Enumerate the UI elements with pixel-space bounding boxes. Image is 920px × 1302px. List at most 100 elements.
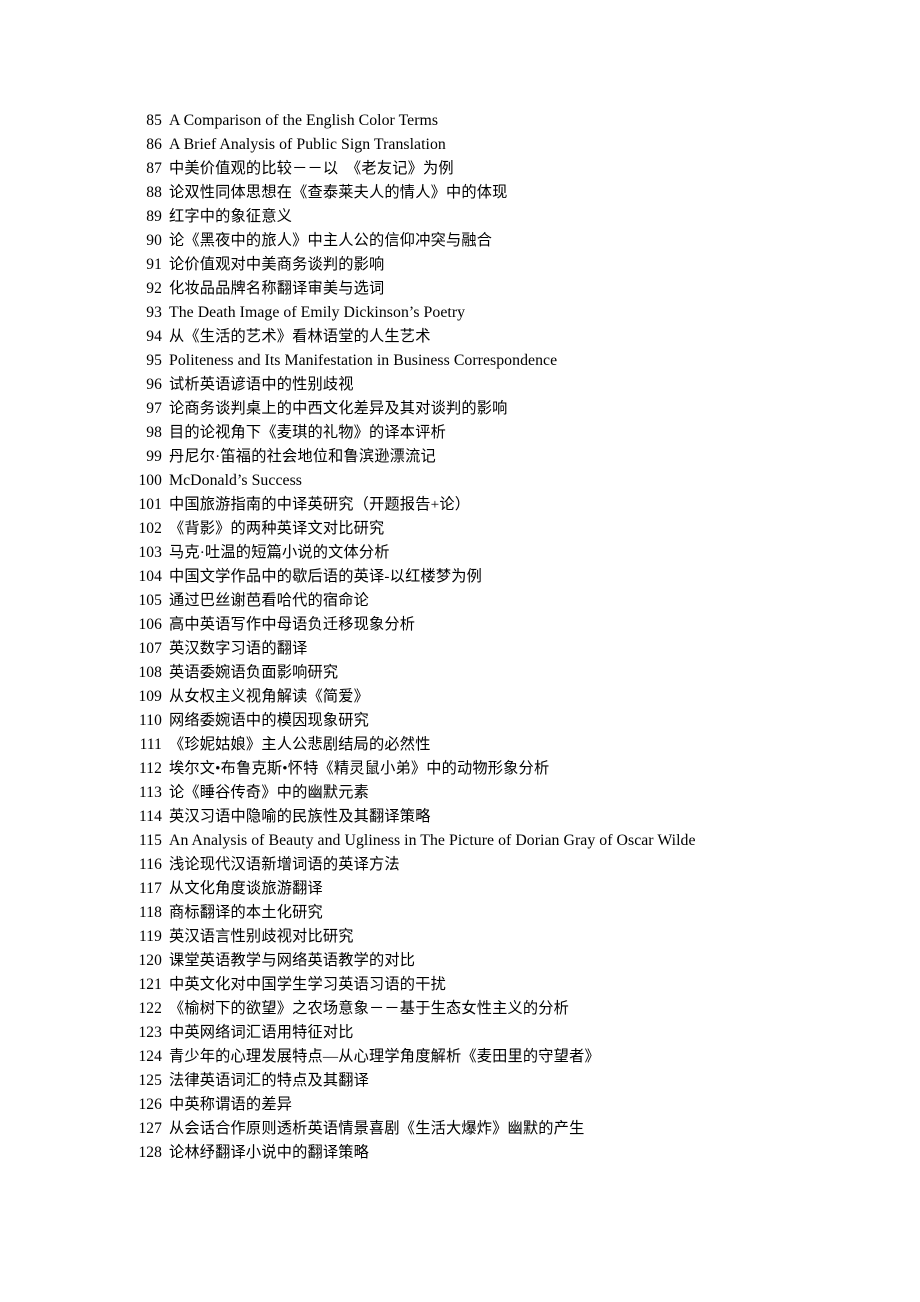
list-item-title: 商标翻译的本土化研究 — [169, 904, 323, 921]
list-item-number: 123 — [138, 1024, 162, 1041]
list-item-title: A Comparison of the English Color Terms — [169, 112, 439, 129]
list-item-number: 126 — [138, 1096, 162, 1113]
list-item-number: 99 — [146, 448, 162, 465]
list-item: 97 论商务谈判桌上的中西文化差异及其对谈判的影响 — [132, 397, 892, 421]
list-item: 91 论价值观对中美商务谈判的影响 — [132, 253, 892, 277]
list-item: 90 论《黑夜中的旅人》中主人公的信仰冲突与融合 — [132, 229, 892, 253]
list-item-number: 117 — [139, 880, 162, 897]
list-item-title: An Analysis of Beauty and Ugliness in Th… — [169, 832, 696, 849]
list-item-title: 中国文学作品中的歇后语的英译-以红楼梦为例 — [169, 568, 483, 585]
list-item-title: 英汉习语中隐喻的民族性及其翻译策略 — [169, 808, 431, 825]
list-item-title: 英汉语言性别歧视对比研究 — [169, 928, 354, 945]
list-item-number: 89 — [146, 208, 162, 225]
list-item-number: 119 — [139, 928, 162, 945]
list-item: 88 论双性同体思想在《查泰莱夫人的情人》中的体现 — [132, 181, 892, 205]
list-item-title: The Death Image of Emily Dickinson’s Poe… — [169, 304, 466, 321]
list-item: 110 网络委婉语中的模因现象研究 — [132, 709, 892, 733]
list-item: 125 法律英语词汇的特点及其翻译 — [132, 1069, 892, 1093]
list-item: 98 目的论视角下《麦琪的礼物》的译本评析 — [132, 421, 892, 445]
list-item-title: 丹尼尔·笛福的社会地位和鲁滨逊漂流记 — [169, 448, 436, 465]
list-item-number: 100 — [138, 472, 162, 489]
list-item: 128 论林纾翻译小说中的翻译策略 — [132, 1141, 892, 1165]
document-page: 85 A Comparison of the English Color Term… — [0, 0, 920, 1302]
list-item-title: 化妆品品牌名称翻译审美与选词 — [169, 280, 385, 297]
list-item: 108 英语委婉语负面影响研究 — [132, 661, 892, 685]
list-item: 101 中国旅游指南的中译英研究（开题报告+论） — [132, 493, 892, 517]
list-item-title: 中英称谓语的差异 — [169, 1096, 293, 1113]
list-item-title: 《背影》的两种英译文对比研究 — [169, 520, 385, 537]
list-item-title: 中英文化对中国学生学习英语习语的干扰 — [169, 976, 446, 993]
list-item-title: 马克·吐温的短篇小说的文体分析 — [169, 544, 390, 561]
list-item: 115 An Analysis of Beauty and Ugliness in… — [132, 829, 892, 853]
list-item: 100 McDonald’s Success — [132, 469, 892, 493]
list-item-title: 论《黑夜中的旅人》中主人公的信仰冲突与融合 — [169, 232, 493, 249]
list-item-title: 红字中的象征意义 — [169, 208, 293, 225]
list-item: 121 中英文化对中国学生学习英语习语的干扰 — [132, 973, 892, 997]
list-item-number: 105 — [138, 592, 162, 609]
list-item: 102 《背影》的两种英译文对比研究 — [132, 517, 892, 541]
list-item-title: 英汉数字习语的翻译 — [169, 640, 308, 657]
list-item-number: 88 — [146, 184, 162, 201]
list-item: 95 Politeness and Its Manifestation in Bu… — [132, 349, 892, 373]
list-item-title: A Brief Analysis of Public Sign Translat… — [169, 136, 446, 153]
list-item-number: 98 — [146, 424, 162, 441]
list-item: 85 A Comparison of the English Color Term… — [132, 109, 892, 133]
list-item-number: 90 — [146, 232, 162, 249]
list-item-title: 课堂英语教学与网络英语教学的对比 — [169, 952, 416, 969]
list-item-title: 论价值观对中美商务谈判的影响 — [169, 256, 385, 273]
list-item-title: 论《睡谷传奇》中的幽默元素 — [169, 784, 370, 801]
list-item-number: 86 — [146, 136, 162, 153]
list-item-title: 埃尔文•布鲁克斯•怀特《精灵鼠小弟》中的动物形象分析 — [169, 760, 550, 777]
list-item-title: 试析英语谚语中的性别歧视 — [169, 376, 354, 393]
list-item-title: 从女权主义视角解读《简爱》 — [169, 688, 370, 705]
list-item: 109 从女权主义视角解读《简爱》 — [132, 685, 892, 709]
list-item-title: 从会话合作原则透析英语情景喜剧《生活大爆炸》幽默的产生 — [169, 1120, 585, 1137]
list-item-number: 85 — [146, 112, 162, 129]
list-item: 111 《珍妮姑娘》主人公悲剧结局的必然性 — [132, 733, 892, 757]
list-item: 87 中美价值观的比较－－以 《老友记》为例 — [132, 157, 892, 181]
list-item-title: Politeness and Its Manifestation in Busi… — [169, 352, 558, 369]
list-item-number: 128 — [138, 1144, 162, 1161]
list-item-number: 104 — [138, 568, 162, 585]
list-item-title: 高中英语写作中母语负迁移现象分析 — [169, 616, 416, 633]
list-item-number: 107 — [138, 640, 162, 657]
list-item-number: 97 — [146, 400, 162, 417]
list-item: 124 青少年的心理发展特点—从心理学角度解析《麦田里的守望者》 — [132, 1045, 892, 1069]
list-item: 119 英汉语言性别歧视对比研究 — [132, 925, 892, 949]
list-item-number: 112 — [139, 760, 162, 777]
list-item: 113 论《睡谷传奇》中的幽默元素 — [132, 781, 892, 805]
list-item-number: 108 — [138, 664, 162, 681]
list-item-number: 116 — [139, 856, 162, 873]
list-item-number: 95 — [146, 352, 162, 369]
list-item-number: 96 — [146, 376, 162, 393]
list-item: 89 红字中的象征意义 — [132, 205, 892, 229]
list-item: 104 中国文学作品中的歇后语的英译-以红楼梦为例 — [132, 565, 892, 589]
list-item-title: 中美价值观的比较－－以 《老友记》为例 — [169, 160, 454, 177]
list-item: 117 从文化角度谈旅游翻译 — [132, 877, 892, 901]
list-item: 103 马克·吐温的短篇小说的文体分析 — [132, 541, 892, 565]
list-item-number: 115 — [139, 832, 162, 849]
list-item: 118 商标翻译的本土化研究 — [132, 901, 892, 925]
list-item-title: 法律英语词汇的特点及其翻译 — [169, 1072, 370, 1089]
list-item-number: 102 — [138, 520, 162, 537]
list-item-number: 121 — [138, 976, 162, 993]
list-item-number: 92 — [146, 280, 162, 297]
list-item: 126 中英称谓语的差异 — [132, 1093, 892, 1117]
list-item: 93 The Death Image of Emily Dickinson’s P… — [132, 301, 892, 325]
list-item-title: 论商务谈判桌上的中西文化差异及其对谈判的影响 — [169, 400, 508, 417]
list-item-number: 124 — [138, 1048, 162, 1065]
list-item: 92 化妆品品牌名称翻译审美与选词 — [132, 277, 892, 301]
list-item-number: 127 — [138, 1120, 162, 1137]
list-item: 86 A Brief Analysis of Public Sign Transl… — [132, 133, 892, 157]
list-item: 122 《榆树下的欲望》之农场意象－－基于生态女性主义的分析 — [132, 997, 892, 1021]
list-item: 123 中英网络词汇语用特征对比 — [132, 1021, 892, 1045]
list-item-number: 113 — [139, 784, 162, 801]
list-item-title: 目的论视角下《麦琪的礼物》的译本评析 — [169, 424, 446, 441]
list-item-number: 93 — [146, 304, 162, 321]
list-item-title: 英语委婉语负面影响研究 — [169, 664, 339, 681]
list-item-title: 中英网络词汇语用特征对比 — [169, 1024, 354, 1041]
list-item: 120 课堂英语教学与网络英语教学的对比 — [132, 949, 892, 973]
list-item-title: 青少年的心理发展特点—从心理学角度解析《麦田里的守望者》 — [169, 1048, 600, 1065]
list-item-number: 110 — [139, 712, 162, 729]
thesis-title-list: 85 A Comparison of the English Color Term… — [132, 109, 892, 1165]
